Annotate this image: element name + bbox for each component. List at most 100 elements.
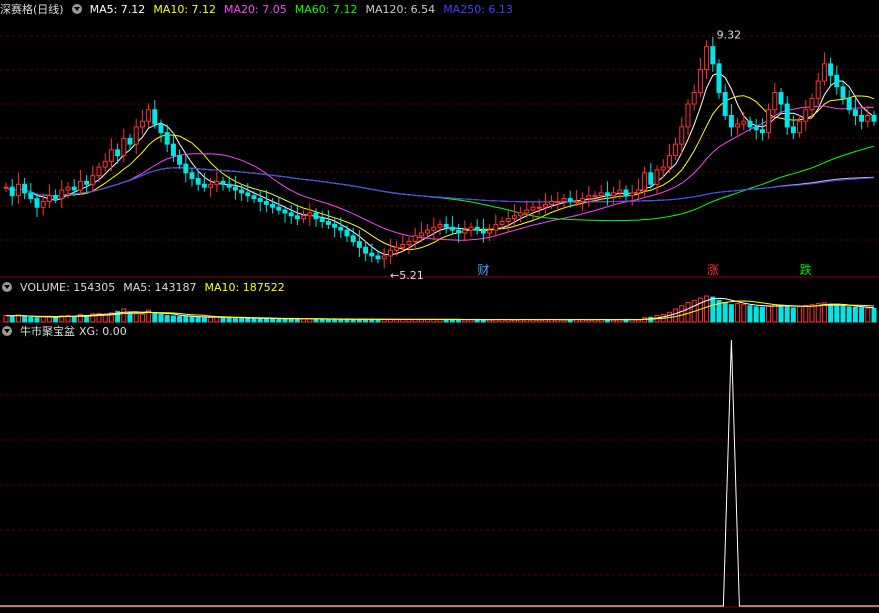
candle-body xyxy=(195,178,201,185)
candle-body xyxy=(803,109,809,122)
volume-bar xyxy=(679,305,685,323)
volume-bar xyxy=(685,302,691,323)
volume-bar xyxy=(313,318,319,323)
volume-bar xyxy=(710,296,716,323)
candle-body xyxy=(511,215,517,220)
volume-bar xyxy=(747,305,753,323)
candle-body xyxy=(22,183,28,194)
event-marker: 财 xyxy=(477,263,489,277)
candle-body xyxy=(71,186,77,191)
volume-bar xyxy=(71,315,77,323)
ma5-label: MA5: 7.12 xyxy=(89,2,146,16)
candle-body xyxy=(741,120,747,125)
candle-body xyxy=(660,166,666,171)
candle-body xyxy=(146,109,152,122)
candle-body xyxy=(263,200,269,205)
candle-body xyxy=(710,46,716,65)
candle-body xyxy=(325,221,331,225)
candle-body xyxy=(319,218,325,223)
ma250-label: MA250: 6.13 xyxy=(443,2,513,16)
candle-body xyxy=(183,163,189,174)
volume-bar xyxy=(834,304,840,323)
xg-signal-line xyxy=(0,339,879,607)
volume-bar xyxy=(325,318,331,323)
candle-body xyxy=(747,120,753,128)
candle-body xyxy=(834,74,840,88)
candle-body xyxy=(400,243,406,248)
candle-body xyxy=(412,235,418,243)
ma-settings-icon[interactable] xyxy=(71,4,82,14)
candle-body xyxy=(462,229,468,234)
candle-body xyxy=(332,223,338,228)
candle-body xyxy=(90,175,96,185)
candle-body xyxy=(344,229,350,237)
indicator-panel-header: 牛市聚宝盆 XG: 0.00 xyxy=(0,323,135,339)
volume-bar xyxy=(164,315,170,323)
candle-body xyxy=(617,189,623,194)
candle-body xyxy=(505,218,511,223)
candle-body xyxy=(642,172,648,191)
candle-body xyxy=(524,209,530,214)
volume-bar xyxy=(865,307,871,323)
candle-body xyxy=(387,249,393,257)
volume-bar xyxy=(22,316,28,323)
volume-bar xyxy=(208,316,214,323)
candle-body xyxy=(685,103,691,128)
candle-body xyxy=(648,172,654,185)
candle-body xyxy=(121,137,127,157)
candle-body xyxy=(561,198,567,202)
candle-body xyxy=(635,189,641,194)
candle-body xyxy=(9,186,15,197)
volume-bar xyxy=(443,319,449,323)
indicator-settings-icon[interactable] xyxy=(2,326,12,336)
candle-body xyxy=(567,198,573,202)
candle-body xyxy=(28,192,34,200)
volume-label: VOLUME: 154305 xyxy=(20,280,116,294)
stock-title: 深赛格(日线) xyxy=(0,3,64,16)
candle-body xyxy=(53,195,59,200)
ma250-line xyxy=(5,167,875,203)
candle-body xyxy=(840,86,846,99)
candle-body xyxy=(77,180,83,191)
candle-body xyxy=(127,137,133,145)
candle-body xyxy=(815,80,821,99)
candle-body xyxy=(859,114,865,122)
candle-body xyxy=(276,206,282,211)
candle-body xyxy=(753,126,759,131)
candle-body xyxy=(852,109,858,116)
candle-body xyxy=(201,183,207,188)
candle-body xyxy=(152,109,158,125)
volume-bar xyxy=(139,313,145,323)
volume-bar xyxy=(40,316,46,323)
volume-bar xyxy=(270,318,276,323)
candle-body xyxy=(418,232,424,237)
volume-bar xyxy=(127,311,133,323)
candle-body xyxy=(493,223,499,231)
candle-body xyxy=(189,172,195,180)
volume-bar xyxy=(183,316,189,323)
candle-body xyxy=(59,189,65,200)
candle-body xyxy=(158,123,164,134)
candle-body xyxy=(84,180,90,185)
stock-chart-canvas[interactable]: 9.32 ←5.21 财 涨 跌 xyxy=(0,0,879,613)
volume-bar xyxy=(859,307,865,323)
candle-body xyxy=(133,126,139,145)
candle-body xyxy=(245,192,251,197)
candle-body xyxy=(821,63,827,82)
volume-bar xyxy=(251,317,257,323)
candle-body xyxy=(759,129,765,134)
candle-body xyxy=(604,192,610,197)
volume-bar xyxy=(735,303,741,323)
candle-body xyxy=(673,143,679,157)
candle-body xyxy=(437,223,443,228)
candle-body xyxy=(623,189,629,197)
candle-body xyxy=(363,246,369,254)
volume-bar xyxy=(257,318,263,323)
candle-body xyxy=(542,203,548,208)
ma120-label: MA120: 6.54 xyxy=(365,2,436,16)
candle-body xyxy=(487,229,493,234)
volume-bar xyxy=(220,316,226,323)
candle-body xyxy=(15,183,21,197)
candle-body xyxy=(369,252,375,257)
volume-settings-icon[interactable] xyxy=(2,282,12,292)
